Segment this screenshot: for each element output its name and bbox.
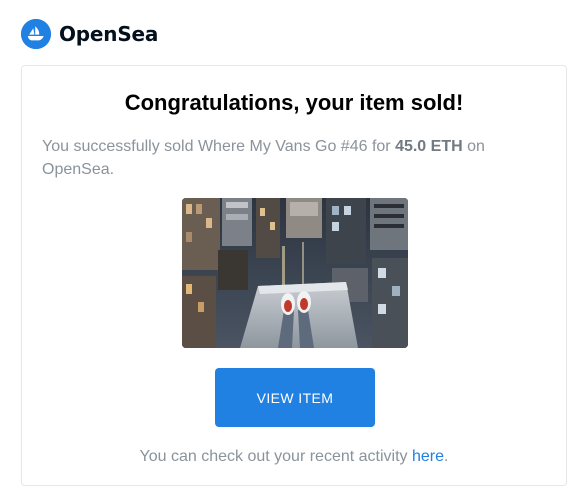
recent-activity-end: . [444,448,449,465]
view-item-button[interactable]: VIEW ITEM [215,368,375,427]
sale-notification-card: Congratulations, your item sold! You suc… [21,65,567,486]
item-image[interactable] [182,198,408,348]
recent-activity-note: You can check out your recent activity h… [22,448,566,466]
sailboat-icon [21,19,51,49]
recent-activity-link[interactable]: here [412,448,444,465]
brand-header: OpenSea [21,19,158,49]
email-page: OpenSea Congratulations, your item sold!… [0,0,585,503]
sale-message: You successfully sold Where My Vans Go #… [42,135,546,181]
sale-message-text: You successfully sold Where My Vans Go #… [42,138,396,155]
recent-activity-text: You can check out your recent activity [139,448,412,465]
email-headline: Congratulations, your item sold! [124,90,464,115]
sale-price: 45.0 ETH [395,138,463,155]
brand-name: OpenSea [59,22,159,46]
